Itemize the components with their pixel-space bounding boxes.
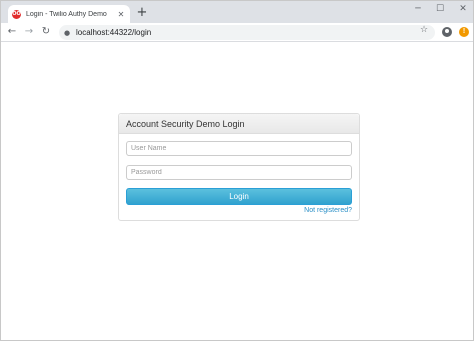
username-input[interactable] — [126, 141, 352, 156]
browser-tab[interactable]: OO Login - Twilio Authy Demo ✕ — [8, 5, 130, 23]
register-link[interactable]: Not registered? — [304, 207, 352, 214]
tab-strip: OO Login - Twilio Authy Demo ✕ + ─ ☐ ✕ — [1, 1, 473, 23]
bookmark-star-icon[interactable]: ☆ — [420, 25, 428, 35]
browser-window: OO Login - Twilio Authy Demo ✕ + ─ ☐ ✕ ←… — [0, 0, 474, 341]
browser-toolbar: ← → ↻ ● localhost:44322/login ☆ ! — [1, 23, 473, 42]
login-panel-heading: Account Security Demo Login — [119, 114, 359, 134]
lock-icon: ● — [64, 28, 71, 37]
login-button[interactable]: Login — [126, 188, 352, 205]
address-bar[interactable]: ● localhost:44322/login — [59, 25, 435, 40]
url-text: localhost:44322/login — [76, 28, 152, 37]
new-tab-icon[interactable]: + — [135, 6, 149, 20]
forward-arrow-icon[interactable]: → — [23, 26, 35, 38]
back-arrow-icon[interactable]: ← — [6, 26, 18, 38]
tab-title: Login - Twilio Authy Demo — [26, 10, 107, 18]
profile-avatar-icon[interactable] — [442, 27, 452, 37]
reload-icon[interactable]: ↻ — [40, 26, 52, 38]
minimize-icon[interactable]: ─ — [411, 3, 425, 15]
maximize-icon[interactable]: ☐ — [433, 3, 447, 15]
login-panel: Account Security Demo Login Login Not re… — [118, 113, 360, 221]
password-input[interactable] — [126, 165, 352, 180]
tab-close-icon[interactable]: ✕ — [116, 10, 126, 19]
twilio-favicon-icon: OO — [12, 9, 21, 19]
window-close-icon[interactable]: ✕ — [456, 3, 470, 15]
update-alert-icon[interactable]: ! — [459, 27, 469, 37]
